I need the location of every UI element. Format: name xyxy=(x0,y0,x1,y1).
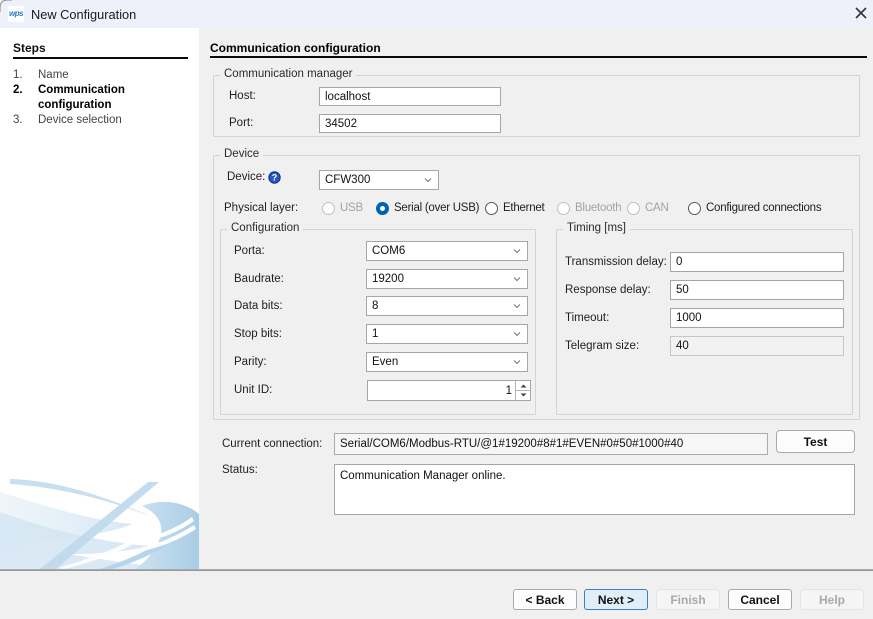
svg-text:?: ? xyxy=(272,173,278,183)
